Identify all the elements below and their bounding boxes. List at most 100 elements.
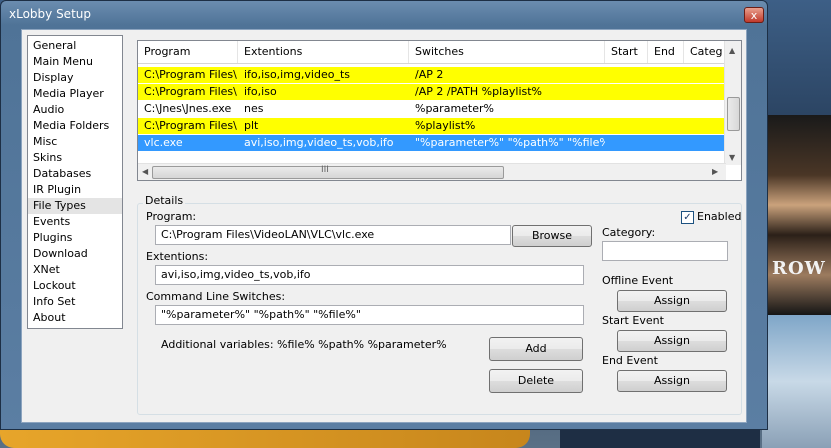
nav-item-media-folders[interactable]: Media Folders [28,118,122,134]
scroll-left-icon[interactable]: ◀ [142,167,148,176]
scroll-down-icon[interactable]: ▼ [729,153,735,162]
end-event-assign-button[interactable]: Assign [617,370,727,392]
cell-start [605,135,648,151]
delete-button[interactable]: Delete [489,369,583,393]
enabled-label: Enabled [697,210,742,223]
cell-category [684,67,726,83]
details-group-label: Details [143,194,186,207]
cell-start [605,67,648,83]
end-event-label: End Event [602,354,658,367]
cell-extentions: ifo,iso,img,video_ts [244,68,351,81]
table-row[interactable]: vlc.exe avi,iso,img,video_ts,vob,ifo "%par… [138,135,726,151]
nav-item-skins[interactable]: Skins [28,150,122,166]
nav-item-events[interactable]: Events [28,214,122,230]
cell-extentions: nes [244,102,264,115]
cell-extentions: ifo,iso [244,85,277,98]
nav-item-lockout[interactable]: Lockout [28,278,122,294]
background-photo [762,315,831,448]
scroll-right-icon[interactable]: ▶ [712,167,718,176]
column-header-category[interactable]: Categ [684,41,726,63]
nav-item-ir-plugin[interactable]: IR Plugin [28,182,122,198]
nav-item-general[interactable]: General [28,38,122,54]
program-label: Program: [146,210,197,223]
additional-variables-text: Additional variables: %file% %path% %par… [161,338,447,351]
table-row[interactable]: C:\Program Files\... ifo,iso,img,video_ts… [138,67,726,83]
horizontal-scroll-thumb[interactable]: III [152,165,504,179]
switches-field[interactable]: "%parameter%" "%path%" "%file%" [155,305,584,325]
column-header-switches[interactable]: Switches [409,41,605,63]
cell-category [684,84,726,100]
column-header-extentions[interactable]: Extentions [238,41,409,63]
horizontal-scrollbar[interactable]: ◀ III ▶ [138,163,726,180]
enabled-checkbox[interactable]: ✓ [681,211,694,224]
background-strip [560,428,760,448]
nav-item-xnet[interactable]: XNet [28,262,122,278]
background-poster-text: ROW [772,258,826,279]
cell-start [605,118,648,134]
extentions-field[interactable]: avi,iso,img,video_ts,vob,ifo [155,265,584,285]
column-header-program[interactable]: Program [138,41,238,63]
scroll-up-icon[interactable]: ▲ [729,46,735,55]
grip-icon: III [321,165,329,175]
list-header: Program Extentions Switches Start End Ca… [138,41,726,64]
offline-event-label: Offline Event [602,274,674,287]
cell-category [684,135,726,151]
cell-switches: %parameter% [415,102,494,115]
cell-category [684,118,726,134]
start-event-assign-button[interactable]: Assign [617,330,727,352]
settings-nav-list[interactable]: General Main Menu Display Media Player Audio… [27,35,123,329]
table-row[interactable]: C:\Program Files\... plt %playlist% [138,118,726,134]
close-button[interactable]: x [744,7,764,23]
cell-program: vlc.exe [144,136,183,149]
nav-item-media-player[interactable]: Media Player [28,86,122,102]
cell-extentions: plt [244,119,259,132]
background-poster [762,115,831,315]
cell-end [648,67,684,83]
cell-start [605,101,648,117]
cell-extentions: avi,iso,img,video_ts,vob,ifo [244,136,394,149]
cell-program: C:\Program Files\... [144,68,238,81]
cell-end [648,118,684,134]
cell-end [648,84,684,100]
browse-button[interactable]: Browse [512,225,592,247]
switches-label: Command Line Switches: [146,290,286,303]
nav-item-databases[interactable]: Databases [28,166,122,182]
cell-start [605,84,648,100]
program-field[interactable]: C:\Program Files\VideoLAN\VLC\vlc.exe [155,225,511,245]
nav-item-main-menu[interactable]: Main Menu [28,54,122,70]
cell-switches: /AP 2 [415,68,444,81]
table-row[interactable]: C:\Jnes\Jnes.exe nes %parameter% [138,101,726,117]
table-row[interactable]: C:\Program Files\... ifo,iso/AP 2 /PATH %… [138,84,726,100]
column-header-start[interactable]: Start [605,41,648,63]
column-header-end[interactable]: End [648,41,684,63]
cell-program: C:\Jnes\Jnes.exe [144,102,232,115]
start-event-label: Start Event [602,314,664,327]
vertical-scrollbar[interactable]: ▲ ▼ [724,41,741,165]
nav-item-display[interactable]: Display [28,70,122,86]
extentions-label: Extentions: [146,250,209,263]
nav-item-about[interactable]: About [28,310,122,326]
cell-switches: "%parameter%" "%path%" "%file%" [415,136,605,149]
cell-program: C:\Program Files\... [144,119,238,132]
cell-category [684,101,726,117]
nav-item-audio[interactable]: Audio [28,102,122,118]
nav-item-file-types[interactable]: File Types [28,198,122,214]
cell-end [648,101,684,117]
offline-event-assign-button[interactable]: Assign [617,290,727,312]
cell-end [648,135,684,151]
cell-switches: %playlist% [415,119,476,132]
setup-window: xLobby Setup x General Main Menu Display Me… [0,0,768,430]
category-label: Category: [602,226,656,239]
add-button[interactable]: Add [489,337,583,361]
nav-item-misc[interactable]: Misc [28,134,122,150]
nav-item-download[interactable]: Download [28,246,122,262]
cell-switches: /AP 2 /PATH %playlist% [415,85,542,98]
vertical-scroll-thumb[interactable] [727,97,740,131]
window-client-area: General Main Menu Display Media Player Audio… [21,29,747,423]
nav-item-plugins[interactable]: Plugins [28,230,122,246]
category-field[interactable] [602,241,728,261]
window-title: xLobby Setup [9,7,91,21]
file-types-list[interactable]: Program Extentions Switches Start End Ca… [137,40,742,181]
nav-item-info-set[interactable]: Info Set [28,294,122,310]
cell-program: C:\Program Files\... [144,85,238,98]
